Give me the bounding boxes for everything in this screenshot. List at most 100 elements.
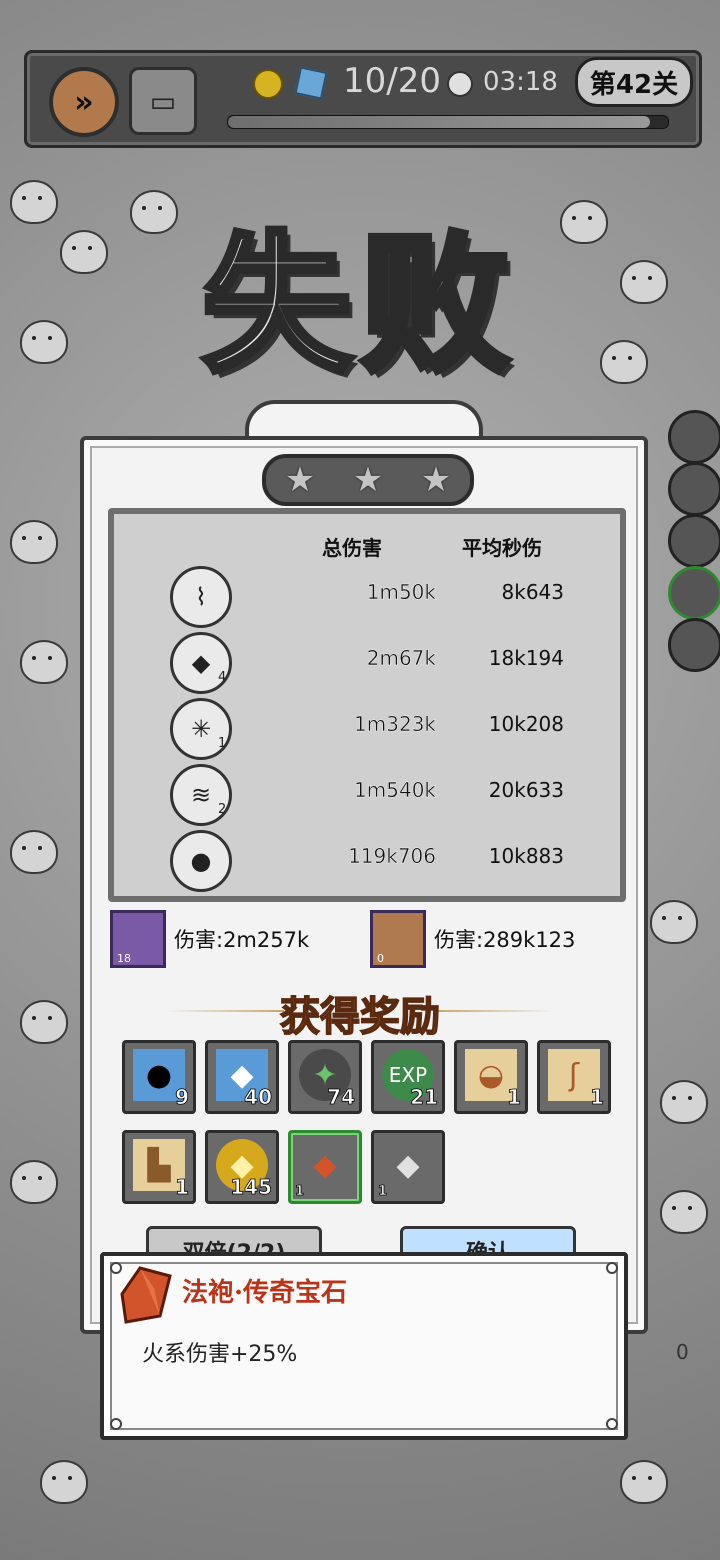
enemy-sprite	[60, 230, 108, 274]
stat-row: ◆ 4 2m67k 18k194	[114, 632, 620, 694]
fast-forward-icon: »	[74, 84, 94, 120]
enemy-sprite	[20, 320, 68, 364]
enemy-sprite	[560, 200, 608, 244]
tooltip-item-description: 火系伤害+25%	[142, 1342, 298, 1367]
hero-avatar[interactable]: 18	[110, 910, 166, 968]
item-tooltip: 法袍·传奇宝石 火系伤害+25%	[100, 1252, 628, 1440]
skill-level: 1	[218, 736, 227, 751]
enemy-sprite	[620, 260, 668, 304]
treasure-chest-button[interactable]: ▭	[129, 67, 197, 135]
star-rating: ★ ★ ★	[262, 454, 474, 506]
result-panel: ★ ★ ★ 总伤害 平均秒伤 ⌇ 1m50k 8k643 ◆ 4 2m67k 1…	[80, 436, 648, 1334]
enemy-sprite	[660, 1190, 708, 1234]
side-skill-icon[interactable]	[668, 462, 720, 516]
enemy-sprite	[40, 1460, 88, 1504]
item-count: 1	[507, 1085, 522, 1110]
total-damage: 1m50k	[366, 580, 437, 604]
enemy-sprite	[660, 1080, 708, 1124]
bomb-icon: ●	[170, 830, 232, 892]
damage-stats-table: 总伤害 平均秒伤 ⌇ 1m50k 8k643 ◆ 4 2m67k 18k194 …	[108, 508, 626, 902]
enemy-sprite	[650, 900, 698, 944]
corner-rivet	[110, 1418, 122, 1430]
enemy-sprite	[130, 190, 178, 234]
item-count: 145	[230, 1175, 273, 1200]
tooltip-item-name: 法袍·传奇宝石	[182, 1278, 348, 1308]
reward-item[interactable]: EXP 21	[371, 1040, 445, 1114]
stat-row: ✳ 1 1m323k 10k208	[114, 698, 620, 760]
item-count: 1	[295, 1184, 305, 1200]
red-gem-icon: ◆	[313, 1147, 337, 1183]
hero-avatar[interactable]: 0	[370, 910, 426, 968]
hero-level: 18	[117, 952, 131, 965]
silver-ore-icon: ◆	[396, 1147, 420, 1183]
side-skill-icon[interactable]	[668, 566, 720, 620]
enemy-sprite	[600, 340, 648, 384]
reward-item[interactable]: ▙ 1	[122, 1130, 196, 1204]
enemy-sprite	[10, 520, 58, 564]
fast-forward-button[interactable]: »	[49, 67, 119, 137]
reward-item[interactable]: ✦ 74	[288, 1040, 362, 1114]
total-damage: 1m323k	[354, 712, 436, 736]
spike-trap-icon: ⌇	[170, 566, 232, 628]
item-count: 40	[244, 1085, 273, 1110]
item-count: 9	[175, 1085, 190, 1110]
level-badge: 第42关	[575, 57, 693, 107]
total-damage: 2m67k	[366, 646, 437, 670]
skill-level: 2	[218, 802, 227, 817]
stat-row: ≋ 2 1m540k 20k633	[114, 764, 620, 826]
wave-progress-bar	[227, 115, 669, 129]
side-skill-icon[interactable]	[668, 618, 720, 672]
clock-icon	[447, 71, 473, 97]
total-damage: 119k706	[348, 844, 436, 868]
reward-item[interactable]: ◆ 40	[205, 1040, 279, 1114]
reward-item[interactable]: ● 9	[122, 1040, 196, 1114]
enemy-sprite	[10, 180, 58, 224]
hero-damage: 伤害:289k123	[434, 928, 576, 952]
enemy-sprite	[620, 1460, 668, 1504]
side-skill-icon[interactable]	[668, 514, 720, 568]
side-counter: 0	[676, 1340, 689, 1364]
gem-icon	[294, 66, 328, 100]
reward-item[interactable]: ◆ 145	[205, 1130, 279, 1204]
star-icon: ★	[352, 460, 384, 500]
reward-item[interactable]: ʃ1	[537, 1040, 611, 1114]
avg-dps: 10k208	[488, 712, 564, 736]
hero-level: 0	[377, 952, 384, 965]
coin-icon	[253, 69, 283, 99]
item-count: 1	[590, 1085, 605, 1110]
enemy-sprite	[10, 1160, 58, 1204]
item-count: 21	[410, 1085, 439, 1110]
red-gem-icon	[120, 1266, 172, 1324]
stat-row: ● 119k706 10k883	[114, 830, 620, 892]
item-count: 1	[175, 1175, 190, 1200]
corner-rivet	[606, 1262, 618, 1274]
top-hud: » ▭ 10/20 03:18 第42关	[24, 50, 702, 148]
treasure-chest-icon: ▭	[149, 84, 177, 118]
wave-progress-fill	[228, 116, 651, 128]
defeat-title: 失败	[199, 217, 518, 393]
side-skill-icon[interactable]	[668, 410, 720, 464]
col-total-damage: 总伤害	[322, 536, 382, 560]
avg-dps: 8k643	[501, 580, 564, 604]
wave-counter: 10/20	[343, 61, 441, 101]
avg-dps: 18k194	[488, 646, 564, 670]
star-icon: ★	[420, 460, 452, 500]
hero-damage: 伤害:2m257k	[174, 928, 310, 952]
col-avg-dps: 平均秒伤	[462, 536, 542, 560]
corner-rivet	[606, 1418, 618, 1430]
item-count: 74	[327, 1085, 356, 1110]
reward-item[interactable]: ◒ 1	[454, 1040, 528, 1114]
avg-dps: 10k883	[488, 844, 564, 868]
avg-dps: 20k633	[488, 778, 564, 802]
skill-level: 4	[218, 670, 227, 685]
reward-item-selected[interactable]: ◆ 1	[288, 1130, 362, 1204]
total-damage: 1m540k	[354, 778, 436, 802]
enemy-sprite	[20, 1000, 68, 1044]
enemy-sprite	[10, 830, 58, 874]
star-icon: ★	[284, 460, 316, 500]
rewards-title: 获得奖励	[279, 992, 441, 1041]
reward-item[interactable]: ◆ 1	[371, 1130, 445, 1204]
timer: 03:18	[483, 67, 558, 97]
stat-row: ⌇ 1m50k 8k643	[114, 566, 620, 628]
item-count: 1	[378, 1184, 388, 1200]
